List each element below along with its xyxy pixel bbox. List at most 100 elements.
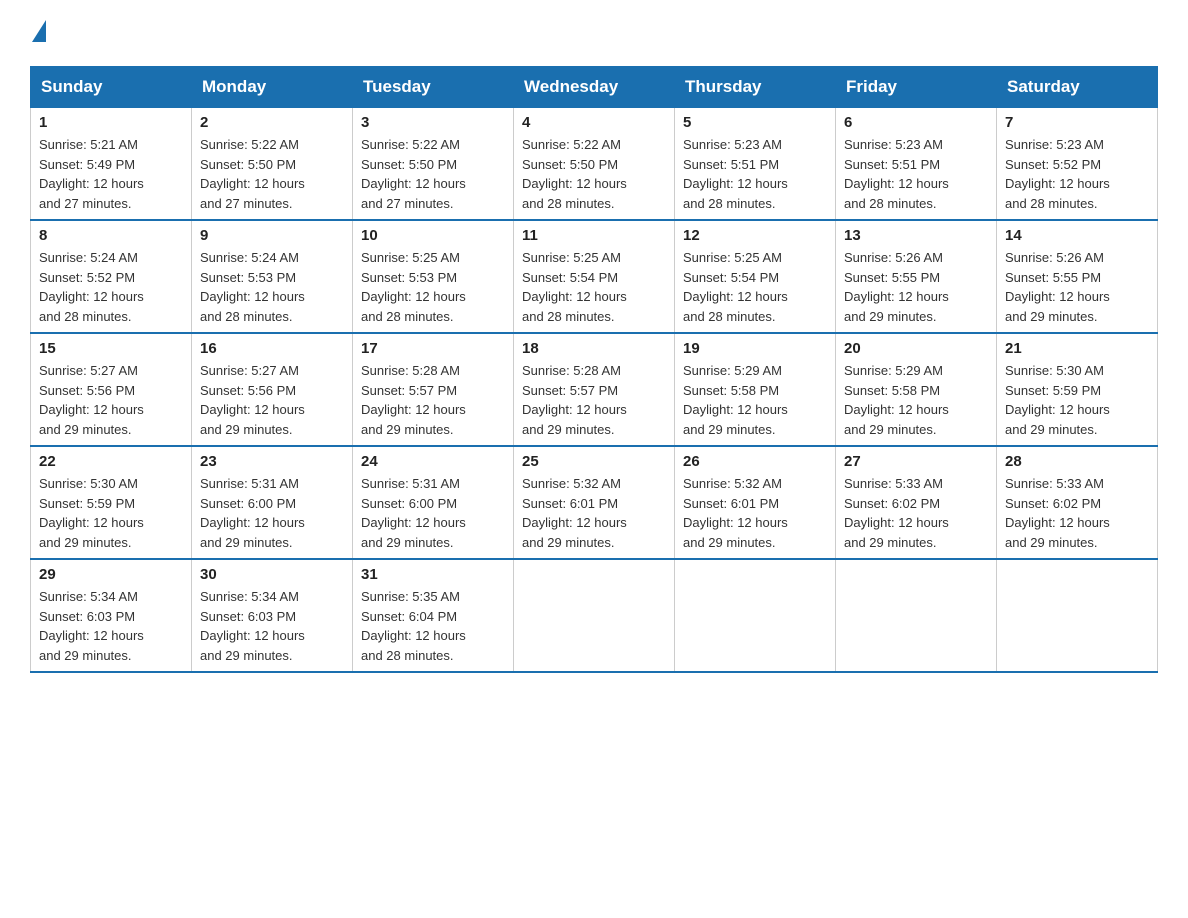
day-number: 15 [39,340,183,357]
day-number: 13 [844,227,988,244]
day-number: 5 [683,114,827,131]
calendar-table: SundayMondayTuesdayWednesdayThursdayFrid… [30,66,1158,673]
day-number: 29 [39,566,183,583]
day-number: 30 [200,566,344,583]
day-number: 9 [200,227,344,244]
calendar-cell: 9 Sunrise: 5:24 AMSunset: 5:53 PMDayligh… [192,220,353,333]
day-number: 26 [683,453,827,470]
calendar-cell: 19 Sunrise: 5:29 AMSunset: 5:58 PMDaylig… [675,333,836,446]
day-number: 8 [39,227,183,244]
day-number: 24 [361,453,505,470]
week-row-4: 22 Sunrise: 5:30 AMSunset: 5:59 PMDaylig… [31,446,1158,559]
week-row-1: 1 Sunrise: 5:21 AMSunset: 5:49 PMDayligh… [31,108,1158,221]
day-info: Sunrise: 5:22 AMSunset: 5:50 PMDaylight:… [200,137,305,211]
day-number: 25 [522,453,666,470]
day-number: 21 [1005,340,1149,357]
day-info: Sunrise: 5:28 AMSunset: 5:57 PMDaylight:… [361,363,466,437]
calendar-cell: 28 Sunrise: 5:33 AMSunset: 6:02 PMDaylig… [997,446,1158,559]
day-number: 28 [1005,453,1149,470]
calendar-cell: 31 Sunrise: 5:35 AMSunset: 6:04 PMDaylig… [353,559,514,672]
day-info: Sunrise: 5:34 AMSunset: 6:03 PMDaylight:… [200,589,305,663]
weekday-header-tuesday: Tuesday [353,67,514,108]
day-info: Sunrise: 5:33 AMSunset: 6:02 PMDaylight:… [1005,476,1110,550]
day-number: 6 [844,114,988,131]
calendar-cell: 8 Sunrise: 5:24 AMSunset: 5:52 PMDayligh… [31,220,192,333]
calendar-cell: 27 Sunrise: 5:33 AMSunset: 6:02 PMDaylig… [836,446,997,559]
day-info: Sunrise: 5:27 AMSunset: 5:56 PMDaylight:… [39,363,144,437]
calendar-cell: 17 Sunrise: 5:28 AMSunset: 5:57 PMDaylig… [353,333,514,446]
calendar-cell: 30 Sunrise: 5:34 AMSunset: 6:03 PMDaylig… [192,559,353,672]
day-info: Sunrise: 5:22 AMSunset: 5:50 PMDaylight:… [361,137,466,211]
day-info: Sunrise: 5:27 AMSunset: 5:56 PMDaylight:… [200,363,305,437]
day-number: 2 [200,114,344,131]
day-info: Sunrise: 5:26 AMSunset: 5:55 PMDaylight:… [1005,250,1110,324]
logo [30,20,46,46]
calendar-cell: 14 Sunrise: 5:26 AMSunset: 5:55 PMDaylig… [997,220,1158,333]
day-number: 11 [522,227,666,244]
day-info: Sunrise: 5:23 AMSunset: 5:52 PMDaylight:… [1005,137,1110,211]
day-info: Sunrise: 5:33 AMSunset: 6:02 PMDaylight:… [844,476,949,550]
calendar-cell: 24 Sunrise: 5:31 AMSunset: 6:00 PMDaylig… [353,446,514,559]
day-info: Sunrise: 5:25 AMSunset: 5:53 PMDaylight:… [361,250,466,324]
calendar-cell: 12 Sunrise: 5:25 AMSunset: 5:54 PMDaylig… [675,220,836,333]
calendar-cell: 3 Sunrise: 5:22 AMSunset: 5:50 PMDayligh… [353,108,514,221]
weekday-header-friday: Friday [836,67,997,108]
calendar-cell: 16 Sunrise: 5:27 AMSunset: 5:56 PMDaylig… [192,333,353,446]
week-row-3: 15 Sunrise: 5:27 AMSunset: 5:56 PMDaylig… [31,333,1158,446]
calendar-cell: 10 Sunrise: 5:25 AMSunset: 5:53 PMDaylig… [353,220,514,333]
day-info: Sunrise: 5:31 AMSunset: 6:00 PMDaylight:… [361,476,466,550]
day-info: Sunrise: 5:28 AMSunset: 5:57 PMDaylight:… [522,363,627,437]
week-row-5: 29 Sunrise: 5:34 AMSunset: 6:03 PMDaylig… [31,559,1158,672]
calendar-cell: 15 Sunrise: 5:27 AMSunset: 5:56 PMDaylig… [31,333,192,446]
day-number: 23 [200,453,344,470]
calendar-cell [836,559,997,672]
calendar-cell [675,559,836,672]
weekday-header-wednesday: Wednesday [514,67,675,108]
calendar-cell: 6 Sunrise: 5:23 AMSunset: 5:51 PMDayligh… [836,108,997,221]
day-info: Sunrise: 5:24 AMSunset: 5:52 PMDaylight:… [39,250,144,324]
day-info: Sunrise: 5:22 AMSunset: 5:50 PMDaylight:… [522,137,627,211]
calendar-cell: 11 Sunrise: 5:25 AMSunset: 5:54 PMDaylig… [514,220,675,333]
calendar-cell: 22 Sunrise: 5:30 AMSunset: 5:59 PMDaylig… [31,446,192,559]
day-info: Sunrise: 5:25 AMSunset: 5:54 PMDaylight:… [522,250,627,324]
calendar-cell: 23 Sunrise: 5:31 AMSunset: 6:00 PMDaylig… [192,446,353,559]
calendar-cell [514,559,675,672]
calendar-cell: 26 Sunrise: 5:32 AMSunset: 6:01 PMDaylig… [675,446,836,559]
calendar-cell: 2 Sunrise: 5:22 AMSunset: 5:50 PMDayligh… [192,108,353,221]
day-number: 10 [361,227,505,244]
day-info: Sunrise: 5:32 AMSunset: 6:01 PMDaylight:… [522,476,627,550]
day-info: Sunrise: 5:29 AMSunset: 5:58 PMDaylight:… [844,363,949,437]
calendar-cell: 20 Sunrise: 5:29 AMSunset: 5:58 PMDaylig… [836,333,997,446]
day-number: 1 [39,114,183,131]
day-info: Sunrise: 5:31 AMSunset: 6:00 PMDaylight:… [200,476,305,550]
day-info: Sunrise: 5:23 AMSunset: 5:51 PMDaylight:… [844,137,949,211]
calendar-cell: 25 Sunrise: 5:32 AMSunset: 6:01 PMDaylig… [514,446,675,559]
week-row-2: 8 Sunrise: 5:24 AMSunset: 5:52 PMDayligh… [31,220,1158,333]
calendar-cell: 5 Sunrise: 5:23 AMSunset: 5:51 PMDayligh… [675,108,836,221]
day-info: Sunrise: 5:30 AMSunset: 5:59 PMDaylight:… [1005,363,1110,437]
day-info: Sunrise: 5:21 AMSunset: 5:49 PMDaylight:… [39,137,144,211]
day-info: Sunrise: 5:35 AMSunset: 6:04 PMDaylight:… [361,589,466,663]
weekday-header-thursday: Thursday [675,67,836,108]
day-info: Sunrise: 5:32 AMSunset: 6:01 PMDaylight:… [683,476,788,550]
day-number: 31 [361,566,505,583]
day-number: 20 [844,340,988,357]
calendar-cell: 18 Sunrise: 5:28 AMSunset: 5:57 PMDaylig… [514,333,675,446]
day-info: Sunrise: 5:30 AMSunset: 5:59 PMDaylight:… [39,476,144,550]
weekday-header-monday: Monday [192,67,353,108]
day-info: Sunrise: 5:24 AMSunset: 5:53 PMDaylight:… [200,250,305,324]
day-number: 3 [361,114,505,131]
weekday-header-saturday: Saturday [997,67,1158,108]
day-number: 7 [1005,114,1149,131]
calendar-cell: 29 Sunrise: 5:34 AMSunset: 6:03 PMDaylig… [31,559,192,672]
day-info: Sunrise: 5:34 AMSunset: 6:03 PMDaylight:… [39,589,144,663]
calendar-cell: 1 Sunrise: 5:21 AMSunset: 5:49 PMDayligh… [31,108,192,221]
day-number: 19 [683,340,827,357]
day-number: 16 [200,340,344,357]
day-number: 4 [522,114,666,131]
day-info: Sunrise: 5:23 AMSunset: 5:51 PMDaylight:… [683,137,788,211]
day-number: 12 [683,227,827,244]
calendar-cell: 7 Sunrise: 5:23 AMSunset: 5:52 PMDayligh… [997,108,1158,221]
weekday-header-row: SundayMondayTuesdayWednesdayThursdayFrid… [31,67,1158,108]
day-number: 22 [39,453,183,470]
